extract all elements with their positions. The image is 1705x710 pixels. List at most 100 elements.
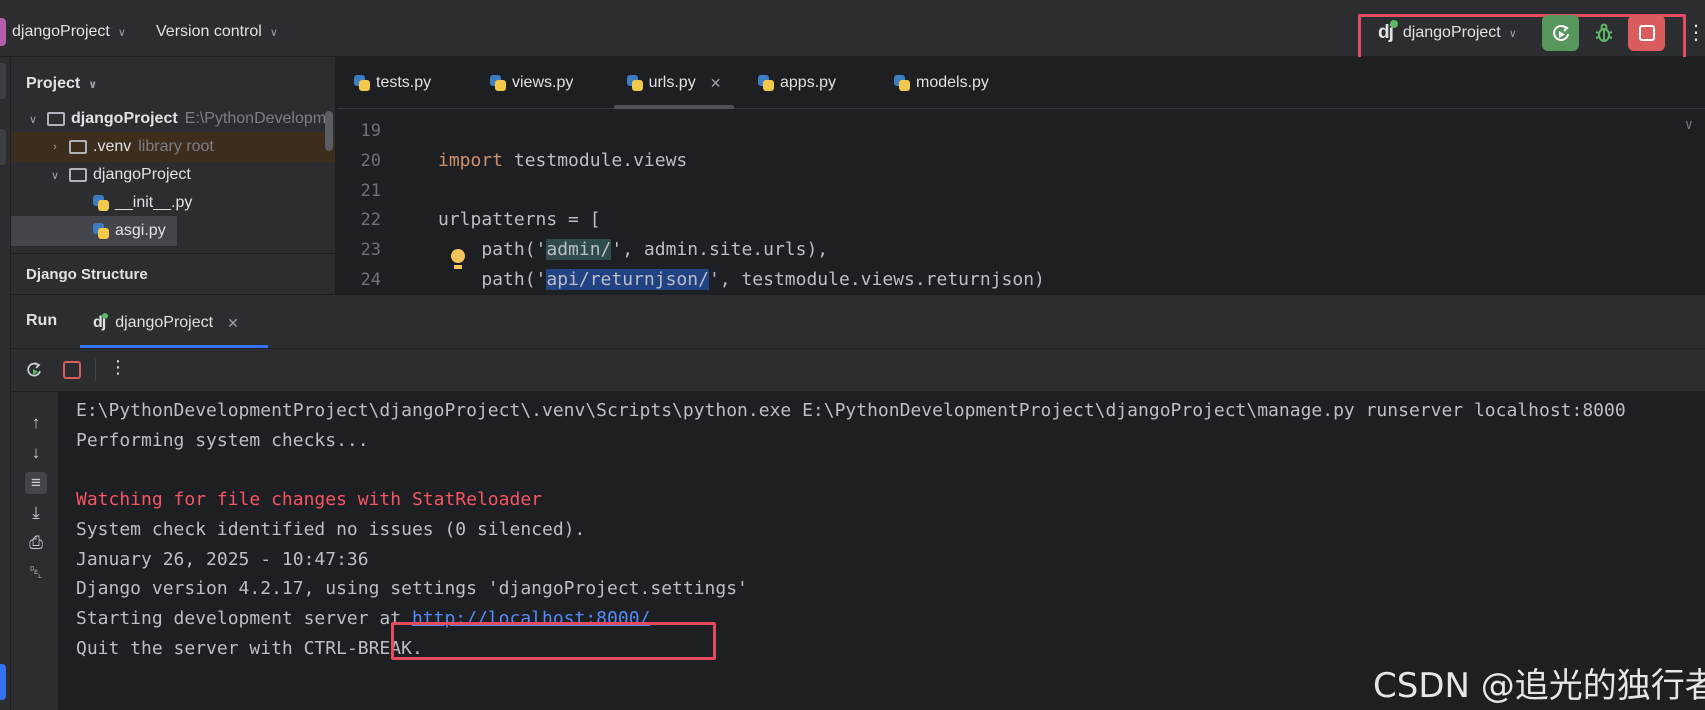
close-icon[interactable]: ✕ [227,315,239,332]
project-pane: Project ∨ ∨ djangoProject E:\PythonDevel… [11,57,336,294]
debug-button[interactable] [1585,15,1622,51]
scroll-to-end-icon[interactable]: ⤓ [25,502,47,524]
link-highlight [391,622,716,660]
tree-item-asgi[interactable]: asgi.py [11,216,177,246]
tree-item-hint: library root [138,138,214,155]
code-line: path('api/returnjson/', testmodule.views… [438,269,1045,290]
project-switcher[interactable]: djangoProject ∨ [0,18,126,46]
line-number: 24 [360,270,381,290]
line-number: 21 [360,181,381,201]
rerun-icon[interactable] [25,361,43,379]
console-line: Watching for file changes with StatReloa… [76,489,542,510]
run-panel-header: Run dj djangoProject ✕ [11,294,1705,349]
django-icon: dj [93,313,109,332]
line-number: 23 [360,240,381,260]
toolbar-divider [95,359,96,381]
arrow-down-icon[interactable]: ↓ [25,442,47,464]
run-tab-label: djangoProject [115,314,214,331]
rerun-icon [1552,25,1569,41]
package-folder-icon [69,168,87,182]
console-line: January 26, 2025 - 10:47:36 [76,549,369,570]
active-tab-indicator [80,345,268,348]
run-config-selector[interactable]: dj djangoProject ∨ [1378,20,1517,46]
python-file-icon [93,195,109,211]
folder-icon [69,140,87,154]
django-structure-title: Django Structure [26,266,148,283]
django-structure-panel[interactable]: Django Structure [11,253,335,294]
tab-tests[interactable]: tests.py [354,57,431,109]
tree-item-package[interactable]: ∨ djangoProject [11,160,335,190]
tree-item-label: asgi.py [115,222,166,239]
chevron-down-icon[interactable]: ∨ [47,169,63,182]
vcs-label: Version control [156,23,262,40]
tree-item-label: djangoProject [71,110,178,127]
watermark: CSDN @追光的独行者 [1373,666,1705,706]
rerun-button[interactable] [1542,15,1579,51]
code-line: urlpatterns = [ [438,209,601,230]
lightbulb-icon[interactable] [449,249,467,271]
chevron-down-icon: ∨ [269,26,278,39]
run-panel-title: Run [26,312,58,329]
more-vertical-icon[interactable]: ⋮ [109,357,127,378]
python-file-icon [626,75,643,91]
tree-item-init[interactable]: __init__.py [11,188,335,218]
run-side-toolbar: ↑ ↓ ≡ ⤓ ⎙ ␡ [11,392,59,710]
line-number: 22 [360,210,381,230]
vcs-menu[interactable]: Version control ∨ [156,18,278,46]
more-vertical-icon[interactable]: ⋮ [1686,20,1705,45]
chevron-down-icon: ∨ [1508,27,1517,40]
stop-button[interactable] [1628,15,1665,51]
bug-icon [1595,23,1612,42]
tool-window-marker[interactable] [0,129,6,165]
django-icon: dj [1378,20,1398,44]
tab-models[interactable]: models.py [894,57,989,109]
console-line: E:\PythonDevelopmentProject\djangoProjec… [76,400,1626,421]
tree-item-label: .venv [93,138,132,155]
chevron-down-icon: ∨ [117,26,126,39]
console-line: System check identified no issues (0 sil… [76,519,586,540]
scrollbar[interactable] [325,111,333,151]
line-number: 20 [360,151,381,171]
tab-urls[interactable]: urls.py ✕ [614,57,734,109]
code-line: path('admin/', admin.site.urls), [438,239,829,260]
chevron-down-icon[interactable]: ∨ [1685,117,1693,133]
chevron-down-icon: ∨ [88,78,98,91]
active-tool-marker[interactable] [0,664,6,700]
run-toolbar: ⋮ [11,349,1705,392]
tab-apps[interactable]: apps.py [758,57,836,109]
tree-item-label: djangoProject [93,166,191,183]
close-icon[interactable]: ✕ [710,75,722,92]
chevron-right-icon[interactable]: › [47,141,63,153]
left-tool-strip [0,57,11,710]
python-file-icon [93,223,109,239]
tab-views[interactable]: views.py [490,57,573,109]
tool-window-marker[interactable] [0,63,6,99]
tree-item-path: E:\PythonDevelopm [184,110,327,127]
stop-icon[interactable] [63,361,81,379]
chevron-down-icon[interactable]: ∨ [25,113,41,126]
run-config-label: djangoProject [1402,24,1501,41]
arrow-up-icon[interactable]: ↑ [25,412,47,434]
project-pane-title[interactable]: Project ∨ [26,75,97,93]
print-icon[interactable]: ⎙ [25,532,47,554]
folder-icon [47,112,65,126]
tree-item-root[interactable]: ∨ djangoProject E:\PythonDevelopm [11,104,335,134]
stop-icon [1638,25,1655,41]
tree-item-venv[interactable]: › .venv library root [11,132,335,162]
console-line: Quit the server with CTRL-BREAK. [76,638,423,659]
console-line: Django version 4.2.17, using settings 'd… [76,578,748,599]
soft-wrap-icon[interactable]: ≡ [25,472,47,494]
code-editor[interactable]: 19 20 21 22 23 24 import testmodule.view… [337,109,1705,294]
project-name: djangoProject [12,23,110,40]
tree-item-label: __init__.py [115,194,193,211]
editor-tabs: tests.py views.py urls.py ✕ apps.py mode… [337,57,1705,109]
line-number: 19 [360,121,381,141]
python-file-icon [894,75,910,91]
python-file-icon [354,75,370,91]
trash-icon[interactable]: ␡ [25,562,47,584]
python-file-icon [490,75,506,91]
run-tab[interactable]: dj djangoProject ✕ [93,308,239,338]
python-file-icon [758,75,774,91]
code-line: import testmodule.views [438,150,688,171]
console-line: Performing system checks... [76,430,369,451]
